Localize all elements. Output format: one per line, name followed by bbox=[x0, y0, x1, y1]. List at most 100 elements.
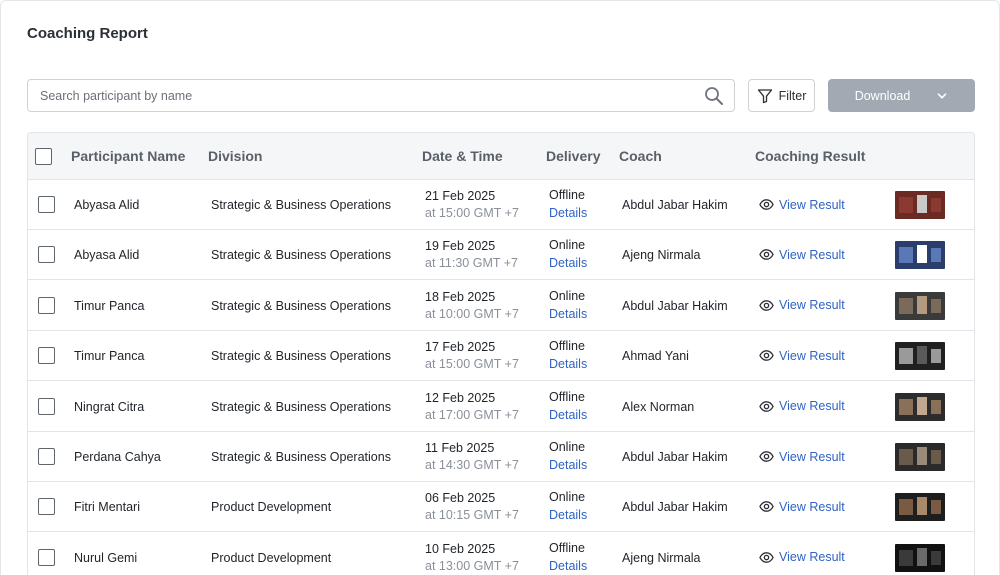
details-link[interactable]: Details bbox=[549, 357, 587, 371]
row-checkbox[interactable] bbox=[38, 548, 55, 566]
view-result-link[interactable]: View Result bbox=[759, 197, 845, 212]
recording-thumbnail[interactable] bbox=[895, 443, 945, 471]
filter-button[interactable]: Filter bbox=[748, 79, 815, 112]
header-coach[interactable]: Coach bbox=[619, 148, 662, 164]
date: 19 Feb 2025 bbox=[425, 239, 496, 254]
page-title: Coaching Report bbox=[27, 25, 148, 42]
eye-icon bbox=[759, 501, 774, 513]
table-row[interactable]: Perdana Cahya Strategic & Business Opera… bbox=[28, 432, 974, 482]
participant-name: Fitri Mentari bbox=[74, 500, 140, 515]
details-link[interactable]: Details bbox=[549, 256, 587, 270]
date: 21 Feb 2025 bbox=[425, 189, 496, 203]
date: 11 Feb 2025 bbox=[425, 441, 495, 455]
details-link[interactable]: Details bbox=[549, 559, 587, 573]
delivery-mode: Offline bbox=[549, 339, 585, 354]
search-input[interactable] bbox=[28, 80, 698, 111]
details-link[interactable]: Details bbox=[549, 458, 587, 472]
row-checkbox[interactable] bbox=[38, 498, 55, 516]
date: 10 Feb 2025 bbox=[425, 541, 496, 556]
search-box[interactable] bbox=[27, 79, 735, 112]
coaching-report-page: Coaching Report Filter Download Particip… bbox=[0, 0, 1000, 575]
eye-icon bbox=[759, 400, 774, 412]
search-icon[interactable] bbox=[704, 86, 724, 106]
date-time: 11 Feb 2025 at 14:30 GMT +7 bbox=[425, 441, 519, 472]
chevron-down-icon[interactable] bbox=[936, 90, 948, 102]
recording-thumbnail[interactable] bbox=[895, 342, 945, 371]
eye-icon bbox=[759, 299, 774, 311]
coach-name: Ahmad Yani bbox=[622, 349, 689, 364]
details-link[interactable]: Details bbox=[549, 206, 587, 220]
recording-thumbnail[interactable] bbox=[895, 291, 945, 320]
delivery-mode: Online bbox=[549, 490, 586, 505]
division: Strategic & Business Operations bbox=[211, 450, 391, 464]
recording-thumbnail[interactable] bbox=[895, 191, 945, 219]
participant-name: Perdana Cahya bbox=[74, 450, 161, 464]
delivery-mode: Online bbox=[549, 288, 586, 303]
delivery: Online Details bbox=[549, 289, 587, 321]
time: at 10:15 GMT +7 bbox=[425, 508, 519, 523]
view-result-link[interactable]: View Result bbox=[759, 348, 845, 363]
delivery-mode: Offline bbox=[549, 389, 585, 404]
coach-name: Ajeng Nirmala bbox=[622, 550, 701, 565]
division: Strategic & Business Operations bbox=[211, 198, 391, 212]
header-date-time[interactable]: Date & Time bbox=[422, 148, 503, 164]
header-participant-name[interactable]: Participant Name bbox=[71, 148, 185, 164]
time: at 10:00 GMT +7 bbox=[425, 306, 519, 321]
delivery: Offline Details bbox=[549, 188, 587, 220]
table-row[interactable]: Fitri Mentari Product Development 06 Feb… bbox=[28, 482, 974, 533]
coach-name: Abdul Jabar Hakim bbox=[622, 450, 728, 464]
table-row[interactable]: Timur Panca Strategic & Business Operati… bbox=[28, 331, 974, 382]
recording-thumbnail[interactable] bbox=[895, 543, 945, 572]
view-result-label: View Result bbox=[779, 298, 845, 313]
row-checkbox[interactable] bbox=[38, 296, 55, 314]
division: Product Development bbox=[211, 550, 332, 565]
header-division[interactable]: Division bbox=[208, 148, 262, 164]
table-row[interactable]: Nurul Gemi Product Development 10 Feb 20… bbox=[28, 532, 974, 575]
time: at 17:00 GMT +7 bbox=[425, 407, 519, 422]
delivery-mode: Online bbox=[549, 238, 586, 253]
eye-icon bbox=[759, 551, 774, 563]
row-checkbox[interactable] bbox=[38, 246, 55, 264]
view-result-link[interactable]: View Result bbox=[759, 550, 845, 565]
delivery-mode: Offline bbox=[549, 540, 585, 555]
header-delivery[interactable]: Delivery bbox=[546, 148, 600, 164]
eye-icon bbox=[759, 451, 774, 462]
header-coaching-result[interactable]: Coaching Result bbox=[755, 148, 865, 164]
delivery: Offline Details bbox=[549, 541, 587, 573]
date: 18 Feb 2025 bbox=[425, 289, 496, 304]
funnel-icon bbox=[757, 88, 772, 103]
details-link[interactable]: Details bbox=[549, 408, 587, 422]
coach-name: Abdul Jabar Hakim bbox=[622, 298, 728, 313]
participant-name: Nurul Gemi bbox=[74, 550, 138, 565]
view-result-link[interactable]: View Result bbox=[759, 399, 845, 414]
date-time: 10 Feb 2025 at 13:00 GMT +7 bbox=[425, 542, 519, 573]
time: at 11:30 GMT +7 bbox=[425, 256, 518, 271]
delivery-mode: Online bbox=[549, 440, 586, 454]
details-link[interactable]: Details bbox=[549, 508, 587, 522]
date-time: 21 Feb 2025 at 15:00 GMT +7 bbox=[425, 189, 519, 220]
eye-icon bbox=[759, 350, 774, 362]
view-result-link[interactable]: View Result bbox=[759, 247, 845, 262]
table-row[interactable]: Ningrat Citra Strategic & Business Opera… bbox=[28, 381, 974, 432]
row-checkbox[interactable] bbox=[38, 347, 55, 365]
recording-thumbnail[interactable] bbox=[895, 493, 945, 522]
coach-name: Alex Norman bbox=[622, 399, 695, 414]
table-row[interactable]: Timur Panca Strategic & Business Operati… bbox=[28, 280, 974, 331]
view-result-link[interactable]: View Result bbox=[759, 298, 845, 313]
delivery: Online Details bbox=[549, 490, 587, 522]
time: at 14:30 GMT +7 bbox=[425, 458, 519, 472]
view-result-link[interactable]: View Result bbox=[759, 449, 845, 464]
recording-thumbnail[interactable] bbox=[895, 241, 945, 270]
view-result-label: View Result bbox=[779, 449, 845, 464]
row-checkbox[interactable] bbox=[38, 448, 55, 465]
recording-thumbnail[interactable] bbox=[895, 392, 945, 421]
row-checkbox[interactable] bbox=[38, 196, 55, 213]
select-all-checkbox[interactable] bbox=[35, 148, 52, 165]
view-result-link[interactable]: View Result bbox=[759, 499, 845, 514]
table-row[interactable]: Abyasa Alid Strategic & Business Operati… bbox=[28, 180, 974, 230]
download-button[interactable]: Download bbox=[828, 79, 975, 112]
row-checkbox[interactable] bbox=[38, 397, 55, 415]
date-time: 06 Feb 2025 at 10:15 GMT +7 bbox=[425, 491, 519, 522]
details-link[interactable]: Details bbox=[549, 307, 587, 321]
table-row[interactable]: Abyasa Alid Strategic & Business Operati… bbox=[28, 230, 974, 281]
